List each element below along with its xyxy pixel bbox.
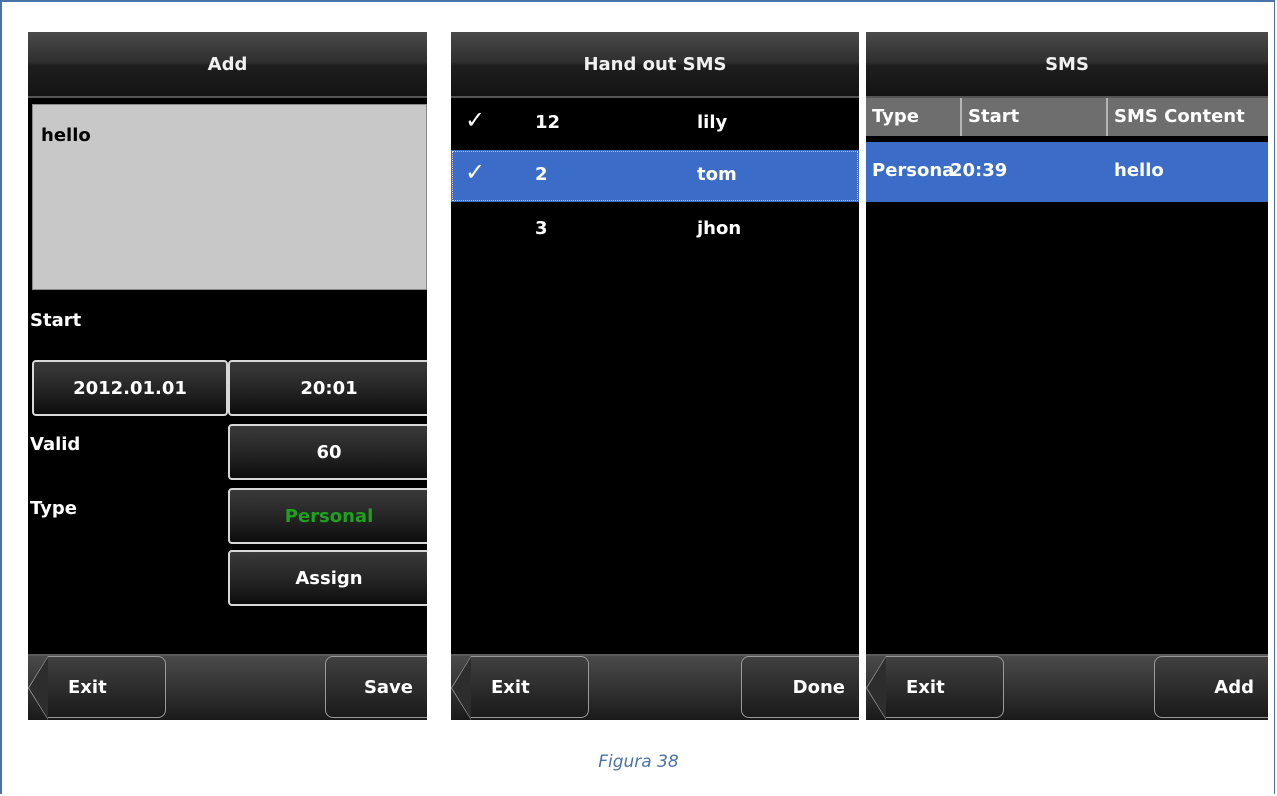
user-id: 3 <box>535 218 548 239</box>
start-label: Start <box>30 310 82 331</box>
column-header-content: SMS Content <box>1106 98 1245 136</box>
title-bar: SMS <box>866 32 1268 98</box>
add-button[interactable]: Add <box>1154 656 1268 718</box>
user-id: 12 <box>535 112 561 133</box>
hand-out-sms-screen: Hand out SMS ✓ 12 lily ✓ 2 tom 3 jhon Ex… <box>451 32 859 720</box>
valid-value-button[interactable]: 60 <box>228 424 427 480</box>
check-icon: ✓ <box>465 106 486 134</box>
bottom-bar: Exit Add <box>866 654 1268 720</box>
sms-list-screen: SMS Type Start SMS Content Persona 20:39… <box>866 32 1268 720</box>
done-label: Done <box>792 676 845 698</box>
user-name: tom <box>697 164 737 185</box>
cell-type: Persona <box>872 160 955 181</box>
exit-button[interactable]: Exit <box>866 656 1004 720</box>
column-header-type: Type <box>872 106 919 127</box>
screen-title: Hand out SMS <box>583 53 727 75</box>
type-label: Type <box>30 498 77 519</box>
assign-button[interactable]: Assign <box>228 550 427 606</box>
check-icon: ✓ <box>465 158 486 186</box>
screen-title: SMS <box>1045 53 1089 75</box>
list-item-selected[interactable]: ✓ 2 tom <box>451 150 859 202</box>
exit-label: Exit <box>491 676 530 698</box>
list-item[interactable]: 3 jhon <box>451 204 859 256</box>
title-bar: Add <box>28 32 427 98</box>
title-bar: Hand out SMS <box>451 32 859 98</box>
valid-label: Valid <box>30 434 81 455</box>
add-label: Add <box>1214 676 1254 698</box>
user-name: lily <box>697 112 728 133</box>
bottom-bar: Exit Save <box>28 654 427 720</box>
column-header-start: Start <box>960 98 1019 136</box>
start-date-button[interactable]: 2012.01.01 <box>32 360 228 416</box>
exit-label: Exit <box>906 676 945 698</box>
exit-button[interactable]: Exit <box>28 656 166 720</box>
user-name: jhon <box>697 218 742 239</box>
add-sms-screen: Add hello Start 2012.01.01 20:01 Valid 6… <box>28 32 427 720</box>
list-item[interactable]: ✓ 12 lily <box>451 98 859 150</box>
start-time-button[interactable]: 20:01 <box>228 360 427 416</box>
screen-title: Add <box>207 53 248 75</box>
done-button[interactable]: Done <box>741 656 859 718</box>
cell-content: hello <box>1114 160 1164 181</box>
exit-button[interactable]: Exit <box>451 656 589 720</box>
table-row[interactable]: Persona 20:39 hello <box>866 142 1268 202</box>
figure-caption: Figura 38 <box>598 752 679 772</box>
table-header: Type Start SMS Content <box>866 98 1268 136</box>
save-label: Save <box>363 676 413 698</box>
user-id: 2 <box>535 164 548 185</box>
exit-label: Exit <box>68 676 107 698</box>
message-textarea[interactable]: hello <box>32 104 427 290</box>
bottom-bar: Exit Done <box>451 654 859 720</box>
type-value-button[interactable]: Personal <box>228 488 427 544</box>
save-button[interactable]: Save <box>325 656 427 718</box>
cell-start: 20:39 <box>950 160 1008 181</box>
